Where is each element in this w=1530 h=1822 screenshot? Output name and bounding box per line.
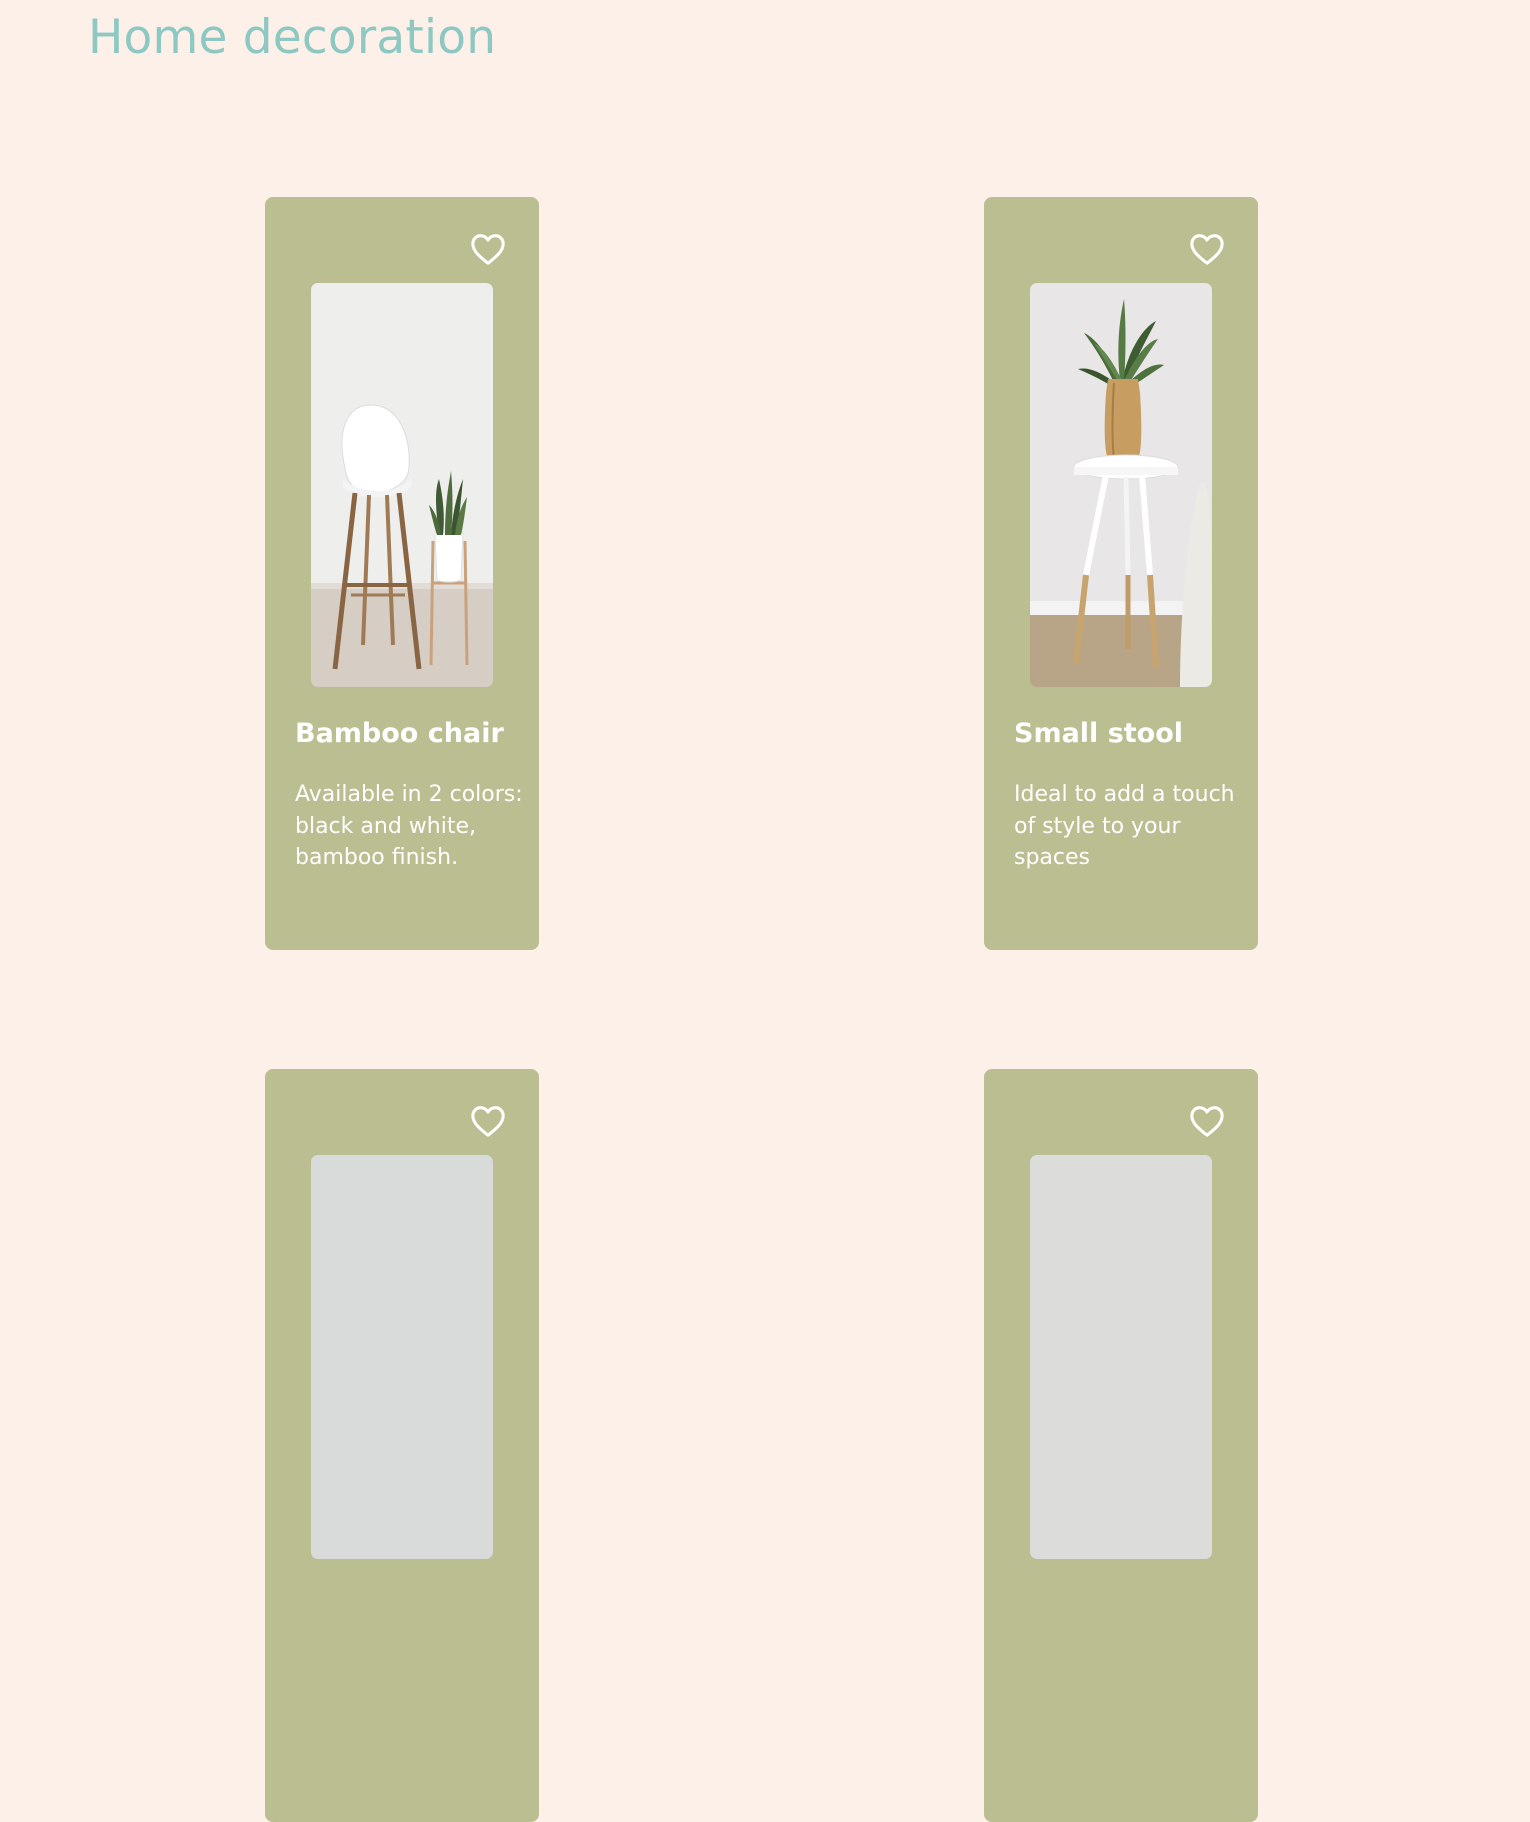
product-name: Small stool [1014, 718, 1184, 749]
heart-icon [471, 1106, 505, 1137]
product-card-small-stool[interactable]: Small stool Ideal to add a touch of styl… [984, 197, 1258, 950]
favorite-button[interactable] [1188, 231, 1226, 267]
heart-icon [471, 234, 505, 265]
favorite-button[interactable] [1188, 1103, 1226, 1139]
product-card[interactable] [984, 1069, 1258, 1822]
heart-icon [1190, 1106, 1224, 1137]
heart-icon [1190, 234, 1224, 265]
product-image [311, 1155, 493, 1559]
product-description: Ideal to add a touch of style to your sp… [1014, 782, 1235, 870]
product-name: Bamboo chair [295, 718, 504, 749]
product-image-small-stool [1030, 283, 1212, 687]
favorite-button[interactable] [469, 1103, 507, 1139]
product-card-bamboo-chair[interactable]: Bamboo chair Available in 2 colors: blac… [265, 197, 539, 950]
product-image [1030, 1155, 1212, 1559]
product-image-bamboo-chair [311, 283, 493, 687]
page-title: Home decoration [88, 10, 497, 65]
favorite-button[interactable] [469, 231, 507, 267]
product-description: Available in 2 colors: black and white, … [295, 782, 523, 870]
product-card[interactable] [265, 1069, 539, 1822]
